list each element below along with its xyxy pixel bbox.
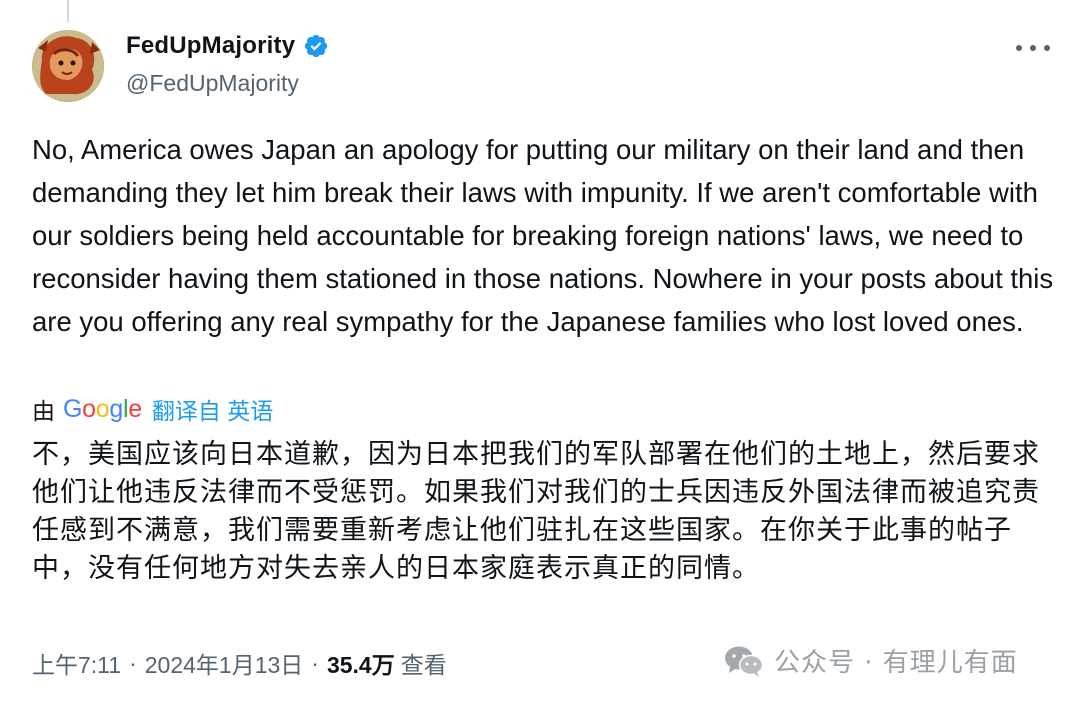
translated-tweet-text: 不，美国应该向日本道歉，因为日本把我们的军队部署在他们的土地上，然后要求他们让他… — [32, 439, 1040, 584]
avatar[interactable] — [32, 30, 104, 102]
google-logo: Google — [63, 394, 142, 423]
author-handle[interactable]: @FedUpMajority — [126, 70, 299, 97]
more-options-button[interactable] — [1016, 36, 1050, 60]
meta-separator: · — [129, 649, 137, 676]
view-count-label: 查看 — [400, 652, 447, 678]
translation-by-label: 由 — [32, 398, 55, 424]
view-count[interactable]: 35.4万 — [327, 646, 395, 680]
author-display-name[interactable]: FedUpMajority — [126, 32, 295, 60]
tweet-time[interactable]: 上午7:11 — [32, 646, 121, 680]
author-name-row: FedUpMajority — [126, 32, 329, 60]
tweet-text: No, America owes Japan an apology for pu… — [32, 134, 1054, 337]
verified-badge-icon — [303, 33, 329, 59]
wechat-icon — [725, 646, 764, 677]
avatar-image — [32, 30, 104, 102]
translation-attribution: 由 Google 翻译自 英语 — [32, 392, 273, 426]
more-horizontal-icon — [1044, 45, 1050, 51]
translated-from-link[interactable]: 翻译自 英语 — [152, 392, 273, 426]
tweet-date[interactable]: 2024年1月13日 — [145, 646, 304, 680]
watermark: 公众号 · 有理儿有面 — [724, 642, 1018, 679]
more-horizontal-icon — [1016, 45, 1022, 51]
watermark-text: 公众号 · 有理儿有面 — [774, 648, 1018, 678]
meta-separator: · — [311, 649, 319, 676]
more-horizontal-icon — [1030, 45, 1036, 51]
thread-connector-line — [67, 0, 69, 22]
tweet-meta: 上午7:11 · 2024年1月13日 · 35.4万 查看 — [32, 646, 447, 680]
